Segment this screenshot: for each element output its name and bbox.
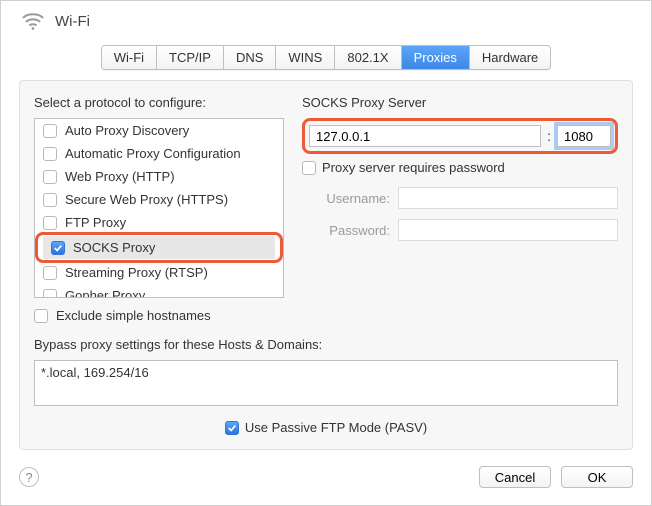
- exclude-simple-row: Exclude simple hostnames: [34, 308, 284, 323]
- list-item-label: Gopher Proxy: [65, 288, 145, 298]
- tab-tcpip[interactable]: TCP/IP: [157, 46, 224, 69]
- list-item[interactable]: Automatic Proxy Configuration: [35, 142, 283, 165]
- network-proxies-panel: Wi-Fi Wi-Fi TCP/IP DNS WINS 802.1X Proxi…: [0, 0, 652, 506]
- password-label: Password:: [302, 223, 390, 238]
- checkbox[interactable]: [43, 124, 57, 138]
- tab-bar: Wi-Fi TCP/IP DNS WINS 802.1X Proxies Har…: [1, 45, 651, 74]
- tab-8021x[interactable]: 802.1X: [335, 46, 401, 69]
- checkbox[interactable]: [43, 193, 57, 207]
- list-item-label: SOCKS Proxy: [73, 240, 155, 255]
- proxy-host-input[interactable]: [309, 125, 541, 147]
- list-item-label: Auto Proxy Discovery: [65, 123, 189, 138]
- exclude-simple-checkbox[interactable]: [34, 309, 48, 323]
- checkbox[interactable]: [51, 241, 65, 255]
- list-item[interactable]: Web Proxy (HTTP): [35, 165, 283, 188]
- tab-proxies[interactable]: Proxies: [402, 46, 470, 69]
- list-item-label: Secure Web Proxy (HTTPS): [65, 192, 228, 207]
- protocol-list[interactable]: Auto Proxy Discovery Automatic Proxy Con…: [34, 118, 284, 298]
- bypass-label: Bypass proxy settings for these Hosts & …: [34, 337, 618, 352]
- list-item[interactable]: FTP Proxy: [35, 211, 283, 234]
- cancel-button[interactable]: Cancel: [479, 466, 551, 488]
- tab-hardware[interactable]: Hardware: [470, 46, 550, 69]
- header: Wi-Fi: [1, 1, 651, 45]
- checkbox[interactable]: [43, 147, 57, 161]
- annotation-highlight: :: [302, 118, 618, 154]
- tab-wifi[interactable]: Wi-Fi: [102, 46, 157, 69]
- pasv-checkbox[interactable]: [225, 421, 239, 435]
- checkbox[interactable]: [43, 266, 57, 280]
- username-label: Username:: [302, 191, 390, 206]
- server-label: SOCKS Proxy Server: [302, 95, 618, 110]
- list-item-socks[interactable]: SOCKS Proxy: [43, 236, 275, 259]
- list-item-label: Automatic Proxy Configuration: [65, 146, 241, 161]
- list-item[interactable]: Gopher Proxy: [35, 284, 283, 298]
- separator: :: [547, 128, 551, 144]
- list-item-label: Streaming Proxy (RTSP): [65, 265, 208, 280]
- list-item[interactable]: Secure Web Proxy (HTTPS): [35, 188, 283, 211]
- requires-password-label: Proxy server requires password: [322, 160, 505, 175]
- checkbox[interactable]: [43, 289, 57, 299]
- tab-wins[interactable]: WINS: [276, 46, 335, 69]
- select-protocol-label: Select a protocol to configure:: [34, 95, 284, 110]
- list-item[interactable]: Streaming Proxy (RTSP): [35, 261, 283, 284]
- requires-password-checkbox[interactable]: [302, 161, 316, 175]
- exclude-simple-label: Exclude simple hostnames: [56, 308, 211, 323]
- annotation-highlight: SOCKS Proxy: [35, 232, 283, 263]
- tab-dns[interactable]: DNS: [224, 46, 276, 69]
- checkbox[interactable]: [43, 170, 57, 184]
- help-button[interactable]: ?: [19, 467, 39, 487]
- password-field[interactable]: [398, 219, 618, 241]
- list-item-label: Web Proxy (HTTP): [65, 169, 175, 184]
- proxy-port-input[interactable]: [557, 125, 611, 147]
- pasv-label: Use Passive FTP Mode (PASV): [245, 420, 427, 435]
- checkbox[interactable]: [43, 216, 57, 230]
- ok-button[interactable]: OK: [561, 466, 633, 488]
- username-field[interactable]: [398, 187, 618, 209]
- list-item-label: FTP Proxy: [65, 215, 126, 230]
- bypass-textarea[interactable]: *.local, 169.254/16: [34, 360, 618, 406]
- main-panel: Select a protocol to configure: Auto Pro…: [19, 80, 633, 450]
- list-item[interactable]: Auto Proxy Discovery: [35, 119, 283, 142]
- page-title: Wi-Fi: [55, 13, 90, 30]
- footer: ? Cancel OK: [1, 460, 651, 498]
- wifi-icon: [21, 11, 45, 31]
